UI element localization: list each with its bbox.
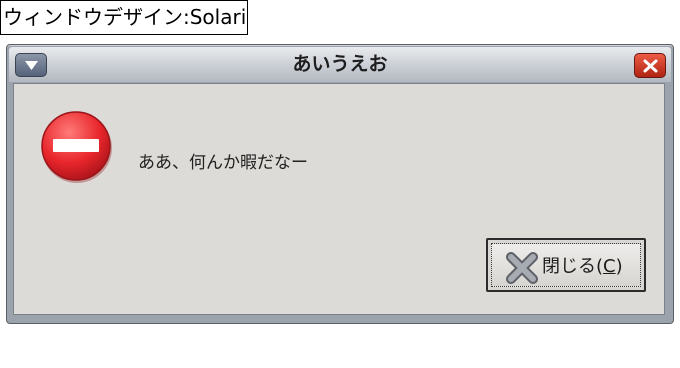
dialog-message: ああ、何んか暇だなー <box>138 153 308 173</box>
close-dialog-button[interactable]: 閉じる(C) <box>486 238 646 292</box>
close-button-label: 閉じる(C) <box>542 244 623 290</box>
close-x-icon <box>506 252 538 284</box>
window-design-caption: ウィンドウデザイン:Solaris <box>0 0 248 35</box>
close-button-text-end: ) <box>615 256 623 277</box>
close-dialog-button-face[interactable]: 閉じる(C) <box>491 243 641 287</box>
close-icon <box>643 59 658 73</box>
dialog-content: ああ、何んか暇だなー 閉じる(C) <box>13 83 665 315</box>
close-button-mnemonic: C <box>603 256 616 277</box>
title-bar[interactable]: あいうえお <box>9 47 671 82</box>
dialog-title: あいうえお <box>292 53 388 75</box>
dialog-window: あいうえお ああ、何んか暇だなー 閉じる(C) <box>6 44 674 324</box>
stop-icon <box>41 111 112 183</box>
close-button-text: 閉じる( <box>542 256 604 277</box>
window-menu-button[interactable] <box>15 53 47 77</box>
window-close-button[interactable] <box>634 53 666 78</box>
chevron-down-icon <box>25 61 38 70</box>
